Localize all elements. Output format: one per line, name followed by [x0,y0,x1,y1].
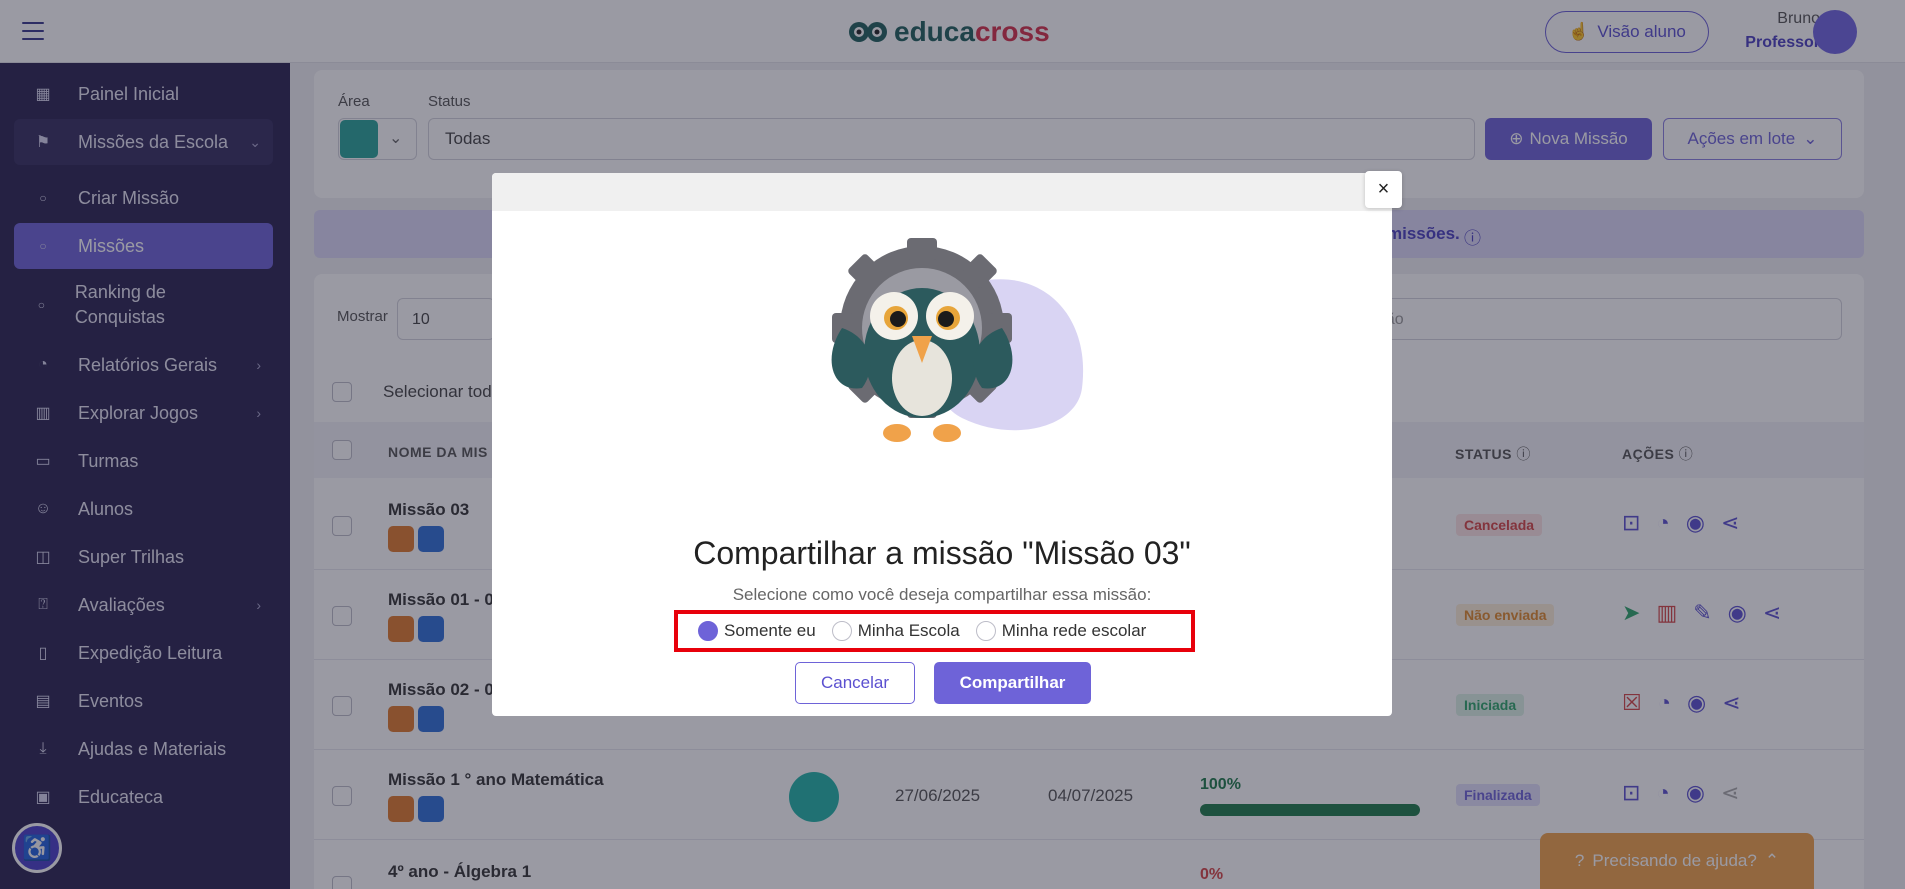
share-mission-modal: Compartilhar a missão "Missão 03" Seleci… [492,173,1392,716]
share-button[interactable]: Compartilhar [934,662,1091,704]
radio-label: Minha Escola [857,621,960,640]
radio-label: Minha rede escolar [1001,621,1147,640]
owl-gear-illustration [831,238,1084,442]
radio-only-me[interactable]: Somente eu [698,621,816,641]
radio-my-school-network[interactable]: Minha rede escolar [975,621,1147,641]
close-icon: × [1377,178,1390,200]
modal-subtitle: Selecione como você deseja compartilhar … [732,585,1152,604]
modal-title: Compartilhar a missão "Missão 03" [693,535,1191,571]
modal-header [492,173,1392,211]
radio-my-school[interactable]: Minha Escola [831,621,960,641]
radio-button[interactable] [831,621,852,641]
share-scope-radio-group: Somente eu Minha Escola Minha rede escol… [674,610,1195,652]
radio-label: Somente eu [724,621,816,640]
radio-button[interactable] [975,621,996,641]
radio-button-checked[interactable] [698,621,718,641]
cancel-button[interactable]: Cancelar [795,662,915,704]
close-modal-button[interactable]: × [1365,171,1402,208]
